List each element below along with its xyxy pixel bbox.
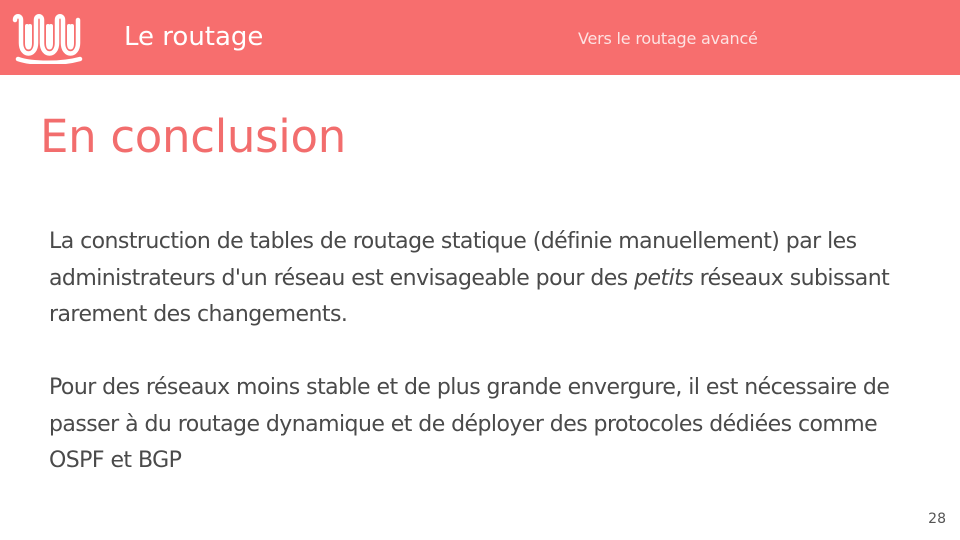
paragraph-static-routing: La construction de tables de routage sta… xyxy=(49,224,929,334)
section-title: Le routage xyxy=(124,22,264,52)
slide: Le routage Vers le routage avancé En con… xyxy=(0,0,960,540)
header-bar: Le routage Vers le routage avancé xyxy=(0,0,960,75)
emphasis-text: petits xyxy=(634,265,694,291)
paragraph-dynamic-routing: Pour des réseaux moins stable et de plus… xyxy=(49,375,890,473)
breadcrumb: Vers le routage avancé xyxy=(578,29,758,48)
wave-logo-icon xyxy=(12,14,83,64)
slide-body: La construction de tables de routage sta… xyxy=(49,224,929,480)
page-number: 28 xyxy=(928,511,946,527)
slide-title: En conclusion xyxy=(40,110,346,163)
